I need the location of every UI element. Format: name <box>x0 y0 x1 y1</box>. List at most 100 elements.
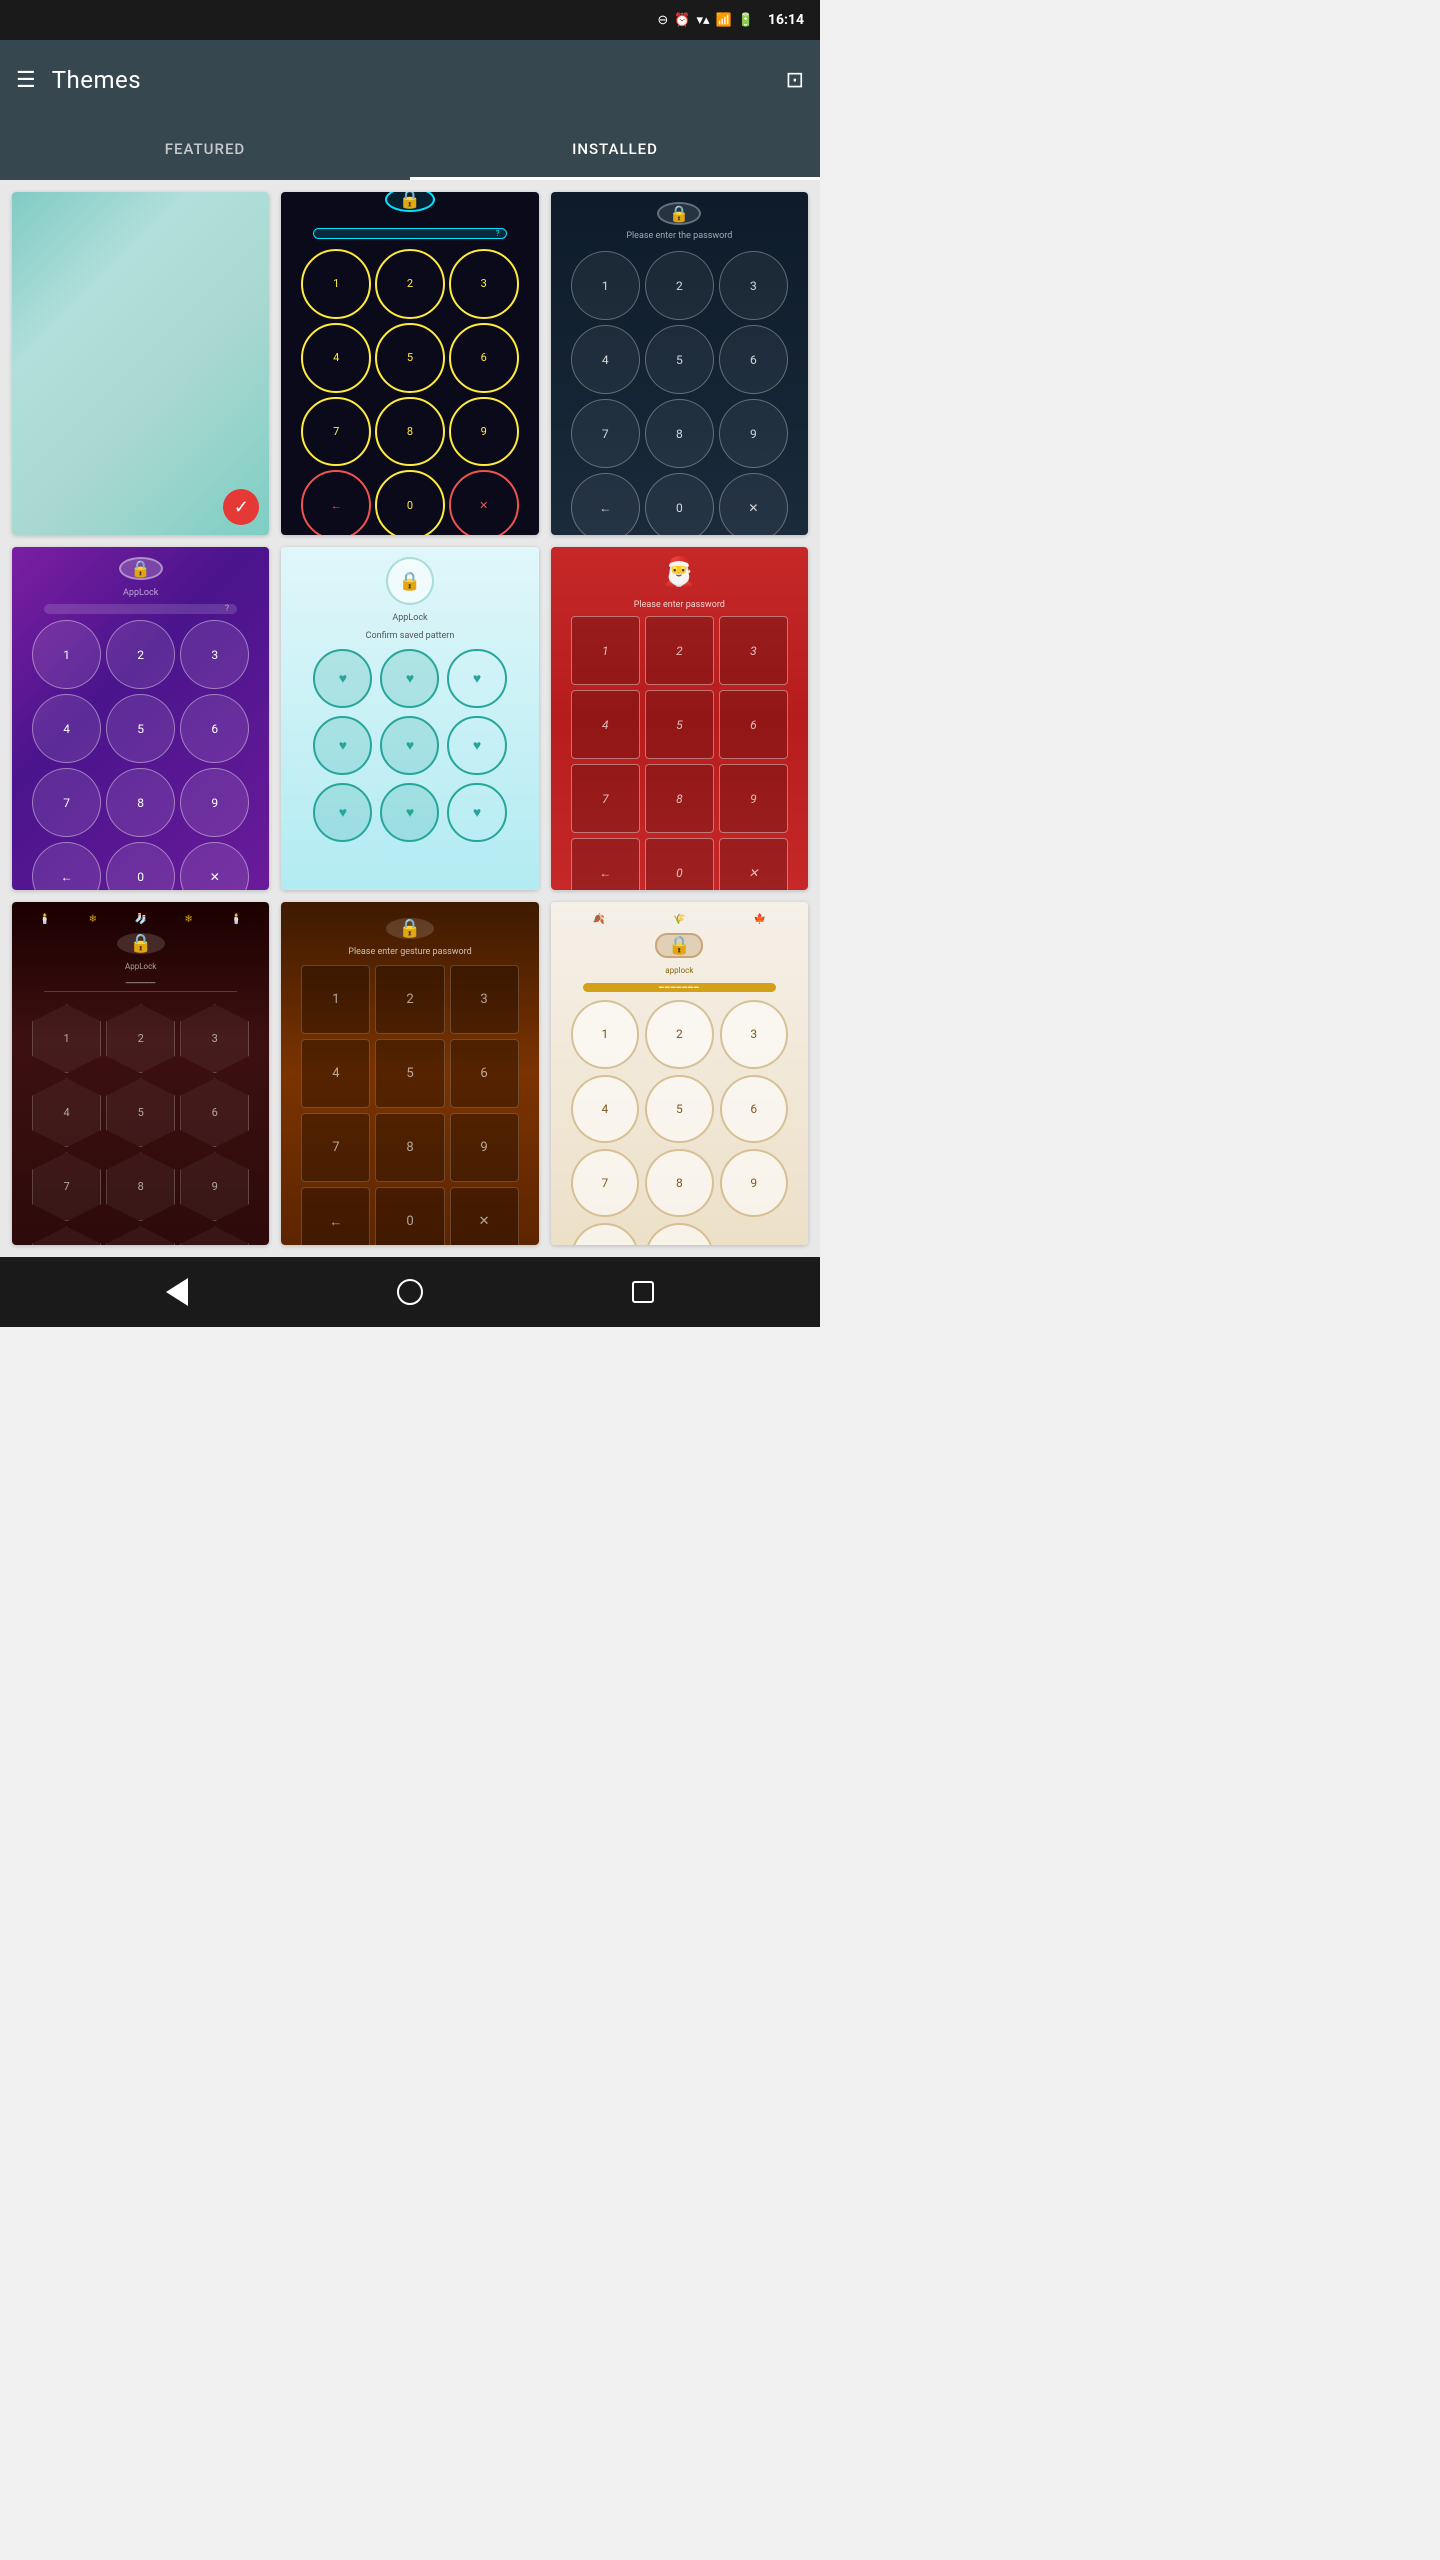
key-back: ← <box>571 473 640 535</box>
key-9: 9 <box>449 397 519 467</box>
key-5: 5 <box>375 1039 444 1108</box>
applock-label-autumn: applock <box>665 966 693 975</box>
key-clear: ✕ <box>180 1226 249 1245</box>
key-2: 2 <box>645 616 714 685</box>
santa-decoration: 🎅 <box>559 555 800 588</box>
status-icons: ⊖ ⏰ ▾▴ 📶 🔋 <box>657 13 754 28</box>
key-4: 4 <box>32 694 101 763</box>
dot-4: ♥ <box>313 716 372 775</box>
key-7: 7 <box>571 399 640 468</box>
recents-button[interactable] <box>623 1272 663 1312</box>
hamburger-menu-icon[interactable]: ☰ <box>16 68 36 93</box>
applock-logo-neon: 🔒 <box>385 192 435 212</box>
key-6: 6 <box>720 1075 788 1143</box>
key-1: 1 <box>571 251 640 320</box>
tab-bar: FEATURED INSTALLED <box>0 120 820 180</box>
alarm-icon: ⏰ <box>674 13 690 28</box>
key-8: 8 <box>645 399 714 468</box>
theme-card-halloween[interactable]: 🔒 Please enter gesture password 1 2 3 4 … <box>281 902 538 1245</box>
signal-icon: 📶 <box>716 13 732 28</box>
themes-grid: ✓ 🔒 <box>0 180 820 1257</box>
app-bar: ☰ Themes ⊡ <box>0 40 820 120</box>
key-clear-autumn: ✕ <box>645 1223 713 1245</box>
key-3: 3 <box>180 620 249 689</box>
key-2: 2 <box>106 620 175 689</box>
applock-logo-autumn: 🔒 <box>655 933 703 958</box>
key-clear: ✕ <box>180 842 249 890</box>
key-1: 1 <box>32 1004 101 1073</box>
confirm-pattern-text: Confirm saved pattern <box>366 631 455 641</box>
key-4: 4 <box>32 1078 101 1147</box>
theme-card-neon-city[interactable]: 🔒 ? <box>281 192 538 535</box>
key-2: 2 <box>645 251 714 320</box>
crop-icon[interactable]: ⊡ <box>786 68 804 93</box>
key-9: 9 <box>180 1152 249 1221</box>
acorn: 🌾 <box>673 914 685 925</box>
home-circle-icon <box>397 1279 423 1305</box>
key-9: 9 <box>450 1113 519 1182</box>
key-4: 4 <box>571 690 640 759</box>
key-7: 7 <box>571 1149 639 1217</box>
theme-preview-halloween: 🔒 Please enter gesture password 1 2 3 4 … <box>281 902 538 1245</box>
key-8: 8 <box>375 397 445 467</box>
key-5: 5 <box>645 325 714 394</box>
back-button[interactable] <box>157 1272 197 1312</box>
purple-keypad: 1 2 3 4 5 6 7 8 9 ← 0 ✕ <box>32 620 249 890</box>
key-clear: ✕ <box>449 470 519 535</box>
key-6: 6 <box>719 690 788 759</box>
key-6: 6 <box>450 1039 519 1108</box>
key-9: 9 <box>180 768 249 837</box>
dark-keypad: 1 2 3 4 5 6 7 8 9 ← 0 ✕ <box>571 251 788 535</box>
theme-card-purple[interactable]: 🔒 AppLock ? 1 2 3 4 5 6 7 8 9 ← 0 ✕ <box>12 547 269 890</box>
dot-7: ♥ <box>313 783 372 842</box>
xmas-keypad: 1 2 3 4 5 6 7 8 9 ← 0 ✕ <box>571 616 788 890</box>
key-8: 8 <box>645 764 714 833</box>
key-7: 7 <box>301 1113 370 1182</box>
theme-card-christmas[interactable]: 🎅 Please enter password 1 2 3 4 5 6 7 8 … <box>551 547 808 890</box>
theme-card-autumn[interactable]: 🍂 🌾 🍁 🔒 applock ━━━━━━━ 1 2 3 4 5 6 7 8 … <box>551 902 808 1245</box>
applock-logo-xmas: 🔒 <box>117 933 165 954</box>
dot-9: ♥ <box>447 783 506 842</box>
key-4: 4 <box>301 323 371 393</box>
key-5: 5 <box>106 1078 175 1147</box>
key-6: 6 <box>180 694 249 763</box>
key-9: 9 <box>719 399 788 468</box>
theme-preview-xmas-dark: 🕯️ ❄ 🧦 ❄ 🕯️ 🔒 AppLock ━━━━━━━ 1 2 3 4 5 … <box>12 902 269 1245</box>
key-3: 3 <box>180 1004 249 1073</box>
key-3: 3 <box>719 616 788 685</box>
applock-logo-purple: 🔒 <box>119 557 163 580</box>
key-3: 3 <box>449 249 519 319</box>
tab-installed[interactable]: INSTALLED <box>410 120 820 180</box>
applock-label-purple: AppLock <box>123 588 158 598</box>
ornament-3: 🧦 <box>134 914 146 925</box>
key-4: 4 <box>301 1039 370 1108</box>
gesture-password-text: Please enter gesture password <box>348 947 471 957</box>
theme-card-dark-blue[interactable]: 🔒 Please enter the password 1 2 3 4 5 6 … <box>551 192 808 535</box>
key-1: 1 <box>32 620 101 689</box>
theme-card-teal-gradient[interactable]: ✓ <box>12 192 269 535</box>
divider-xmas: ━━━━━━━ <box>44 979 237 992</box>
key-back: ← <box>301 470 371 535</box>
key-1: 1 <box>571 616 640 685</box>
navigation-bar <box>0 1257 820 1327</box>
tab-featured[interactable]: FEATURED <box>0 120 410 180</box>
key-6: 6 <box>449 323 519 393</box>
key-5: 5 <box>375 323 445 393</box>
applock-logo-halloween: 🔒 <box>386 918 434 939</box>
password-prompt-xmas: Please enter password <box>634 600 725 610</box>
key-back: ← <box>301 1187 370 1245</box>
key-4: 4 <box>571 325 640 394</box>
key-3: 3 <box>720 1000 788 1068</box>
wifi-icon: ▾▴ <box>696 13 709 28</box>
key-7: 7 <box>571 764 640 833</box>
dot-1: ♥ <box>313 649 372 708</box>
theme-card-xmas-dark[interactable]: 🕯️ ❄ 🧦 ❄ 🕯️ 🔒 AppLock ━━━━━━━ 1 2 3 4 5 … <box>12 902 269 1245</box>
home-button[interactable] <box>390 1272 430 1312</box>
key-clear: ✕ <box>719 838 788 890</box>
theme-preview-purple: 🔒 AppLock ? 1 2 3 4 5 6 7 8 9 ← 0 ✕ <box>12 547 269 890</box>
key-7: 7 <box>32 1152 101 1221</box>
password-prompt-dark: Please enter the password <box>626 231 732 241</box>
theme-preview-teal2: 🔒 AppLock Confirm saved pattern ♥ ♥ ♥ ♥ … <box>281 547 538 890</box>
theme-card-teal-pattern[interactable]: 🔒 AppLock Confirm saved pattern ♥ ♥ ♥ ♥ … <box>281 547 538 890</box>
theme-preview-dark-blue: 🔒 Please enter the password 1 2 3 4 5 6 … <box>551 192 808 535</box>
